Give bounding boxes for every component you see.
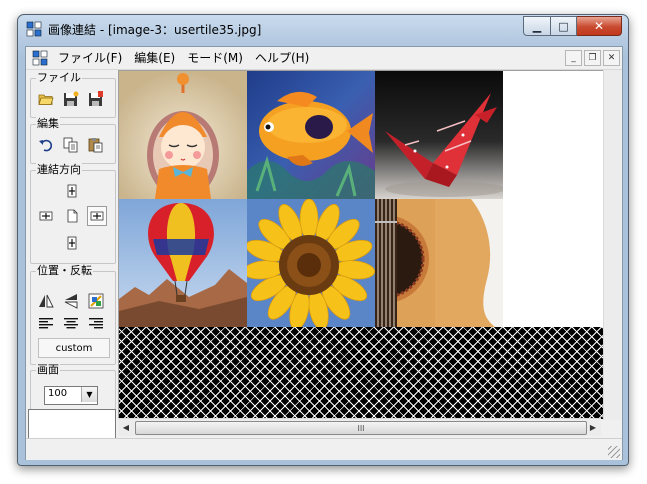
app-icon [26,21,42,37]
paste-icon [88,138,103,153]
new-page-icon [67,209,78,223]
align-right-icon [89,318,103,329]
align-left-button[interactable] [36,314,56,334]
menu-file[interactable]: ファイル(F) [52,50,128,66]
align-left-icon [39,318,53,329]
sunflower-tile[interactable] [247,199,375,327]
join-right-button[interactable] [87,206,107,226]
child-minimize-button[interactable]: _ [565,50,582,66]
position-group: 位置・反転 custom [30,264,116,365]
open-button[interactable] [36,89,56,109]
file-group: ファイル [30,71,116,118]
horizontal-scrollbar[interactable]: ◀ III ▶ [118,418,601,436]
position-group-label: 位置・反転 [36,264,93,277]
join-up-button[interactable] [62,181,82,201]
screen-group: 画面 100 ▼ [30,363,116,410]
zoom-select[interactable]: 100 ▼ [44,386,98,405]
save-button[interactable] [86,89,106,109]
doll-tile[interactable] [119,71,247,199]
maximize-icon: □ [558,19,569,33]
fish-tile[interactable] [247,71,375,199]
save-icon [89,91,103,106]
window-title: 画像連結 - [image-3：usertile35.jpg] [48,23,262,37]
flip-horizontal-button[interactable] [36,291,56,311]
joined-image [119,71,619,327]
app-window: 画像連結 - [image-3：usertile35.jpg] ▁ □ ✕ ファ… [17,14,629,466]
flip-horizontal-icon [39,294,54,308]
direction-group-label: 連結方向 [36,163,82,176]
direction-group: 連結方向 [30,163,116,264]
open-folder-icon [38,94,54,105]
vertical-scrollbar[interactable] [603,70,621,420]
save-as-icon [64,91,79,106]
save-as-button[interactable] [61,89,81,109]
hot-air-balloon-tile[interactable] [119,199,247,327]
scroll-right-icon[interactable]: ▶ [585,419,601,435]
rotate-button[interactable] [86,291,106,311]
undo-button[interactable] [36,135,56,155]
title-bar[interactable]: 画像連結 - [image-3：usertile35.jpg] ▁ □ ✕ [18,15,628,47]
scroll-thumb[interactable]: III [135,421,587,435]
client-area: ファイル(F) 編集(E) モード(M) ヘルプ(H) _ ❐ ✕ ファイル 編… [25,46,623,460]
menu-help[interactable]: ヘルプ(H) [249,50,315,66]
new-page-button[interactable] [62,206,82,226]
undo-icon [39,139,53,152]
edit-group-label: 編集 [36,117,60,130]
screen-group-label: 画面 [36,363,60,376]
edit-group: 編集 [30,117,116,164]
join-left-button[interactable] [36,206,56,226]
tool-panel: ファイル 編集 連結方向 位置・反転 custom 画面 100 ▼ [26,70,118,440]
close-icon: ✕ [607,53,616,63]
join-left-icon [39,211,53,221]
align-center-icon [64,318,78,329]
origami-crane-tile[interactable] [375,71,503,199]
document-icon[interactable] [32,50,48,66]
minimize-button[interactable]: ▁ [523,16,551,36]
custom-button[interactable]: custom [38,338,110,358]
close-button[interactable]: ✕ [577,16,622,36]
copy-button[interactable] [61,135,81,155]
join-down-button[interactable] [62,233,82,253]
file-group-label: ファイル [36,71,82,84]
menu-edit[interactable]: 編集(E) [128,50,181,66]
scroll-left-icon[interactable]: ◀ [118,419,134,435]
info-textbox[interactable] [28,409,116,440]
menu-mode[interactable]: モード(M) [181,50,249,66]
align-right-button[interactable] [86,314,106,334]
close-icon: ✕ [593,19,605,33]
zoom-value: 100 [48,388,68,399]
join-down-icon [67,236,77,250]
minimize-icon: _ [571,53,576,63]
guitar-tile[interactable] [375,199,503,327]
thumb-grip: III [357,423,365,433]
menu-bar: ファイル(F) 編集(E) モード(M) ヘルプ(H) _ ❐ ✕ [26,47,622,70]
child-restore-button[interactable]: ❐ [584,50,601,66]
restore-icon: ❐ [588,53,597,63]
flip-vertical-button[interactable] [61,291,81,311]
join-up-icon [67,184,77,198]
image-canvas[interactable] [118,70,619,419]
copy-icon [63,137,78,153]
paste-button[interactable] [86,135,106,155]
status-bar [26,438,622,460]
child-close-button[interactable]: ✕ [603,50,620,66]
align-center-button[interactable] [61,314,81,334]
minimize-icon: ▁ [532,19,542,33]
rotate-icon [88,293,104,309]
flip-vertical-icon [64,294,78,309]
resize-grip-icon[interactable] [608,446,620,458]
maximize-button[interactable]: □ [551,16,577,36]
join-right-icon [90,211,104,221]
chevron-down-icon[interactable]: ▼ [81,387,97,402]
